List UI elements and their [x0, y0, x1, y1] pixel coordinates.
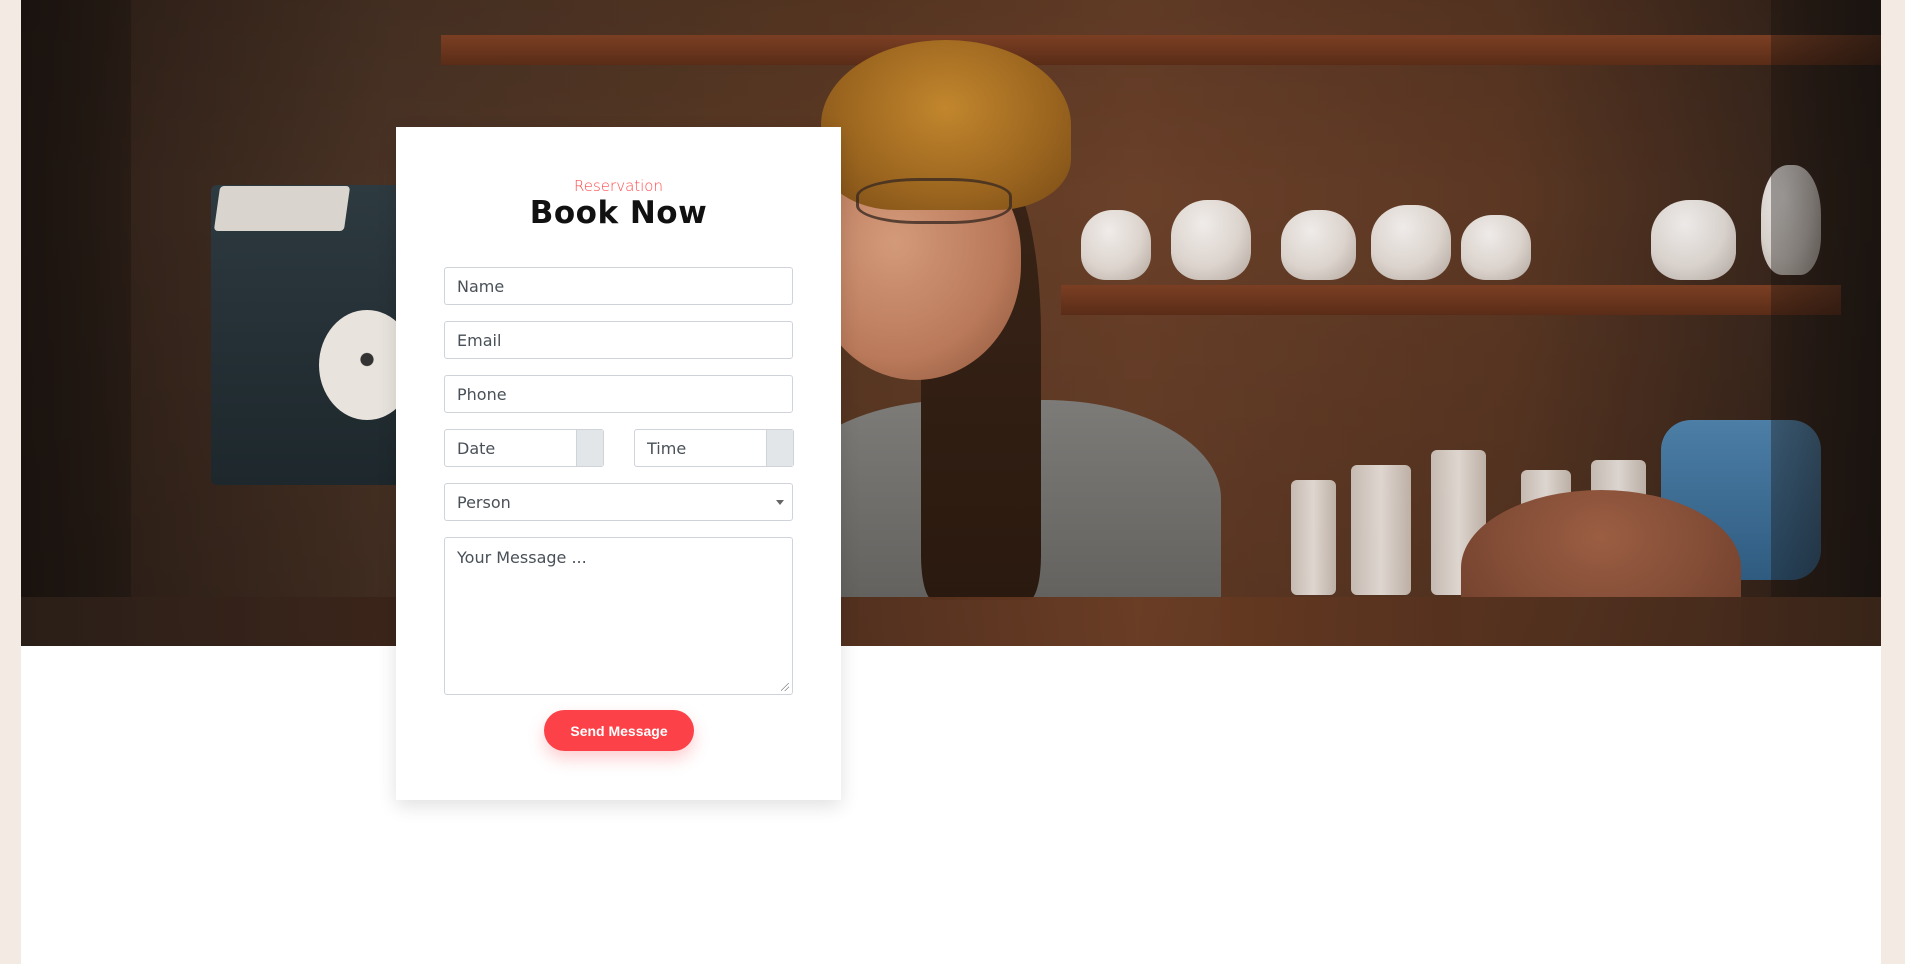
email-input[interactable]: Email — [444, 321, 793, 359]
message-textarea[interactable]: Your Message ... — [444, 537, 793, 695]
reservation-form-card: Reservation Book Now Name Email Phone Da… — [396, 127, 841, 800]
page: Reservation Book Now Name Email Phone Da… — [21, 0, 1881, 964]
email-placeholder: Email — [457, 330, 502, 350]
name-input[interactable]: Name — [444, 267, 793, 305]
caret-down-icon — [776, 500, 784, 505]
time-input[interactable]: Time — [634, 429, 794, 467]
date-picker-addon[interactable] — [576, 430, 603, 466]
resize-handle-icon[interactable] — [781, 683, 789, 691]
phone-placeholder: Phone — [457, 384, 507, 404]
person-select[interactable]: Person — [444, 483, 793, 521]
send-message-button[interactable]: Send Message — [544, 710, 694, 751]
name-placeholder: Name — [457, 276, 505, 296]
person-selected-value: Person — [457, 492, 511, 512]
hero-photo — [21, 0, 1881, 646]
time-picker-addon[interactable] — [766, 430, 793, 466]
section-eyebrow: Reservation — [574, 177, 663, 195]
message-placeholder: Your Message ... — [457, 548, 587, 567]
phone-input[interactable]: Phone — [444, 375, 793, 413]
date-input[interactable]: Date — [444, 429, 604, 467]
date-placeholder: Date — [457, 438, 496, 458]
time-placeholder: Time — [647, 438, 687, 458]
section-title: Book Now — [529, 195, 708, 231]
